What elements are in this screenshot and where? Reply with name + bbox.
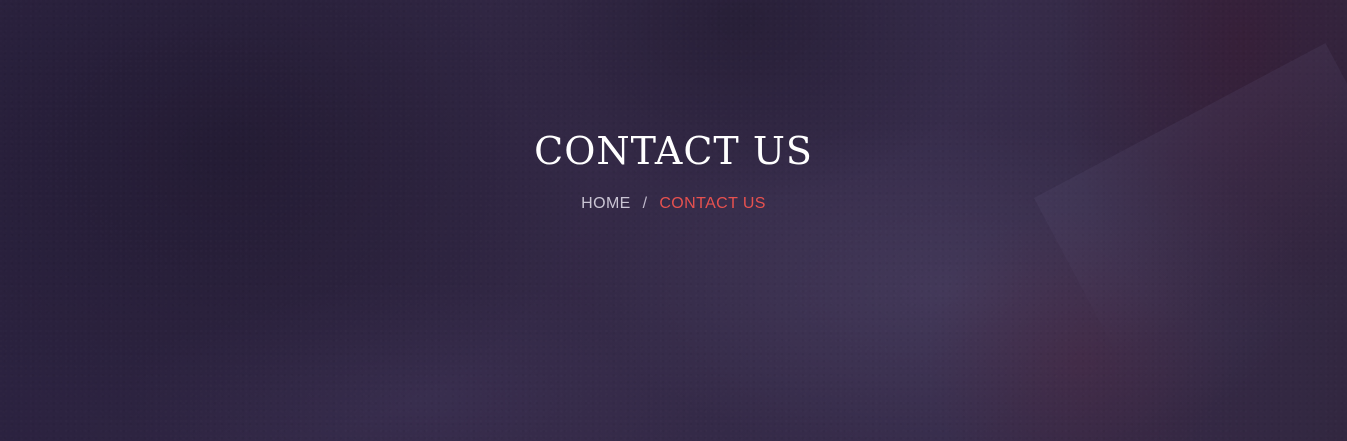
hero-overlay <box>0 0 1347 441</box>
page-hero-banner: CONTACT US HOME / CONTACT US <box>0 0 1347 441</box>
breadcrumb-home-link[interactable]: HOME <box>581 195 631 212</box>
breadcrumb-current-page: CONTACT US <box>659 195 766 212</box>
page-title: CONTACT US <box>534 129 813 173</box>
breadcrumb-separator: / <box>642 195 648 212</box>
hero-content: CONTACT US HOME / CONTACT US <box>0 128 1347 214</box>
breadcrumb: HOME / CONTACT US <box>0 194 1347 214</box>
